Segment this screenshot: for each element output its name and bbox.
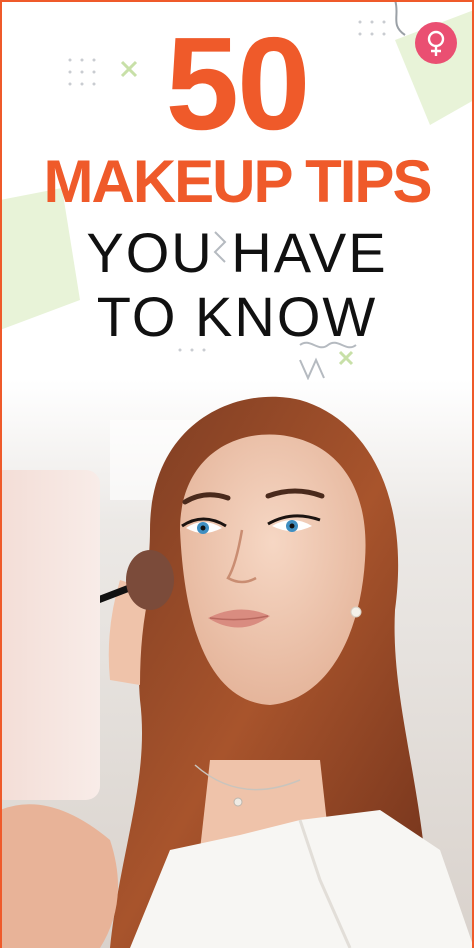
headline-subtitle-line2: TO KNOW xyxy=(96,285,378,348)
pin-card: 50 MAKEUP TIPS YOU HAVE TO KNOW xyxy=(0,0,474,948)
right-pupil xyxy=(289,523,295,529)
left-pupil xyxy=(200,525,206,531)
zigzag-lower xyxy=(299,357,325,381)
pearl-earring xyxy=(350,606,362,618)
headline-subtitle-line1: YOU HAVE xyxy=(86,221,388,284)
brand-logo[interactable] xyxy=(415,22,457,64)
hand-mirror xyxy=(0,470,100,800)
necklace-pendant xyxy=(233,797,243,807)
headline-title: MAKEUP TIPS xyxy=(43,148,433,215)
headline-number: 50 xyxy=(165,10,311,157)
hero-photo xyxy=(0,380,474,948)
female-symbol-icon xyxy=(427,30,445,56)
brush-bristles xyxy=(126,550,174,610)
header-area: 50 MAKEUP TIPS YOU HAVE TO KNOW xyxy=(0,0,474,420)
woman-applying-blush-illustration xyxy=(0,380,474,948)
